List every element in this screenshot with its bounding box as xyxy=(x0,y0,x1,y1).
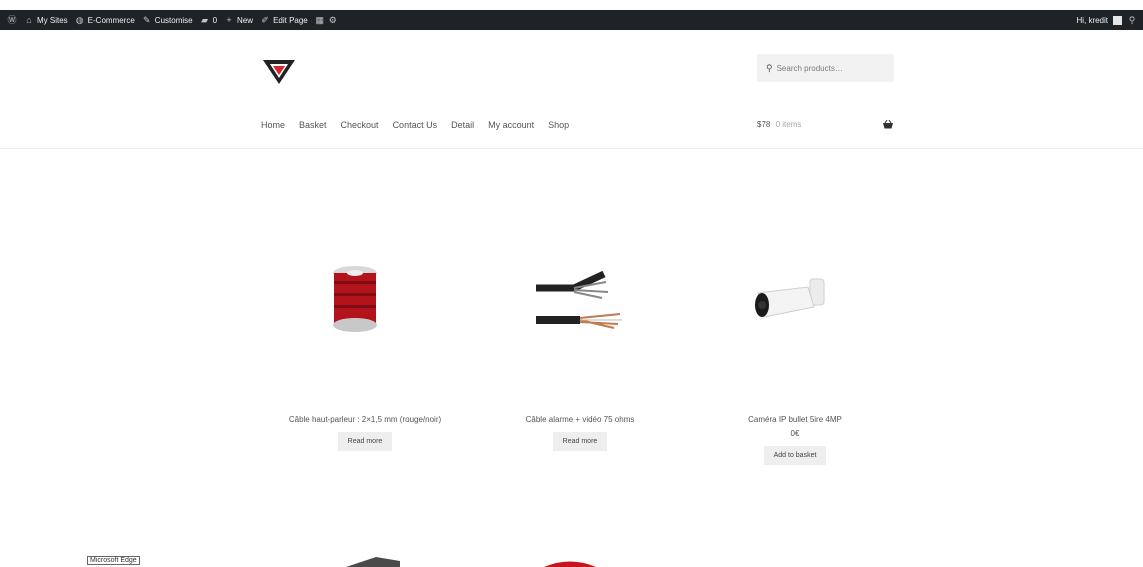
admin-bar-extra[interactable]: ▦ ⚙ xyxy=(315,15,338,25)
product-card: Câble alarme + vidéo 75 ohms Read more xyxy=(500,415,660,451)
search-placeholder: Search products… xyxy=(776,63,843,73)
nav-detail[interactable]: Detail xyxy=(451,120,474,130)
search-icon[interactable]: ⚲ xyxy=(1127,15,1137,25)
plus-icon: + xyxy=(226,15,232,25)
admin-bar-label: My Sites xyxy=(37,15,68,25)
nav-my-account[interactable]: My account xyxy=(488,120,534,130)
nav-checkout[interactable]: Checkout xyxy=(341,120,379,130)
product-title[interactable]: Câble haut-parleur : 2×1,5 mm (rouge/noi… xyxy=(280,415,450,424)
header-cart[interactable]: $78 0 items xyxy=(757,120,801,129)
product-image-alarm-cable[interactable] xyxy=(534,268,622,334)
admin-bar-edit-page[interactable]: ✐ Edit Page xyxy=(260,15,308,25)
wordpress-icon: Ⓦ xyxy=(7,15,17,25)
nav-basket[interactable]: Basket xyxy=(299,120,327,130)
header-divider xyxy=(0,148,1143,149)
sites-icon: ⌂ xyxy=(26,15,32,25)
search-input[interactable]: ⚲ Search products… xyxy=(757,54,894,82)
read-more-button[interactable]: Read more xyxy=(337,432,393,451)
ecommerce-icon: ◍ xyxy=(75,15,84,25)
product-image-speaker-cable[interactable] xyxy=(331,265,379,335)
read-more-button[interactable]: Read more xyxy=(552,432,608,451)
admin-bar-greeting[interactable]: Hi, kredit xyxy=(1076,16,1108,25)
product-title[interactable]: Câble alarme + vidéo 75 ohms xyxy=(500,415,660,424)
add-to-basket-button[interactable]: Add to basket xyxy=(763,446,827,465)
basket-icon[interactable] xyxy=(882,119,894,129)
brush-icon: ✎ xyxy=(143,15,151,25)
nav-home[interactable]: Home xyxy=(261,120,285,130)
admin-bar-label: Customise xyxy=(154,15,193,25)
product-image-partial[interactable] xyxy=(540,558,600,567)
cart-total: $78 xyxy=(757,120,771,129)
product-price: 0€ xyxy=(790,429,800,438)
comment-icon: ▰ xyxy=(201,15,209,25)
admin-bar-label: Edit Page xyxy=(273,15,308,25)
avatar[interactable] xyxy=(1113,15,1122,25)
admin-bar-my-sites[interactable]: ⌂ My Sites xyxy=(24,15,68,25)
admin-bar-label: 0 xyxy=(212,15,218,25)
primary-nav: Home Basket Checkout Contact Us Detail M… xyxy=(261,120,569,130)
grid-icon: ▦ xyxy=(315,15,325,25)
admin-bar-label: New xyxy=(237,15,254,25)
product-card: Câble haut-parleur : 2×1,5 mm (rouge/noi… xyxy=(280,415,450,451)
admin-bar-ecommerce[interactable]: ◍ E-Commerce xyxy=(75,15,135,25)
admin-bar: Ⓦ ⌂ My Sites ◍ E-Commerce ✎ Customise ▰ … xyxy=(0,10,1143,30)
product-card: Caméra IP bullet 5ire 4MP 0€ Add to bask… xyxy=(715,415,875,465)
admin-bar-wordpress[interactable]: Ⓦ xyxy=(7,15,17,25)
gear-icon: ⚙ xyxy=(328,15,337,25)
nav-shop[interactable]: Shop xyxy=(548,120,569,130)
site-logo[interactable] xyxy=(261,56,297,86)
pencil-icon: ✐ xyxy=(261,15,269,25)
admin-bar-new[interactable]: + New xyxy=(224,15,253,25)
admin-bar-comments[interactable]: ▰ 0 xyxy=(200,15,217,25)
product-image-bullet-camera[interactable] xyxy=(754,277,830,323)
product-title[interactable]: Caméra IP bullet 5ire 4MP xyxy=(715,415,875,424)
admin-bar-customise[interactable]: ✎ Customise xyxy=(142,15,193,25)
taskbar-tooltip: Microsoft Edge xyxy=(87,556,140,565)
cart-items: 0 items xyxy=(775,120,802,129)
nav-contact-us[interactable]: Contact Us xyxy=(393,120,438,130)
admin-bar-label: E-Commerce xyxy=(87,15,135,25)
product-image-partial[interactable] xyxy=(336,553,406,567)
search-icon: ⚲ xyxy=(766,62,773,73)
